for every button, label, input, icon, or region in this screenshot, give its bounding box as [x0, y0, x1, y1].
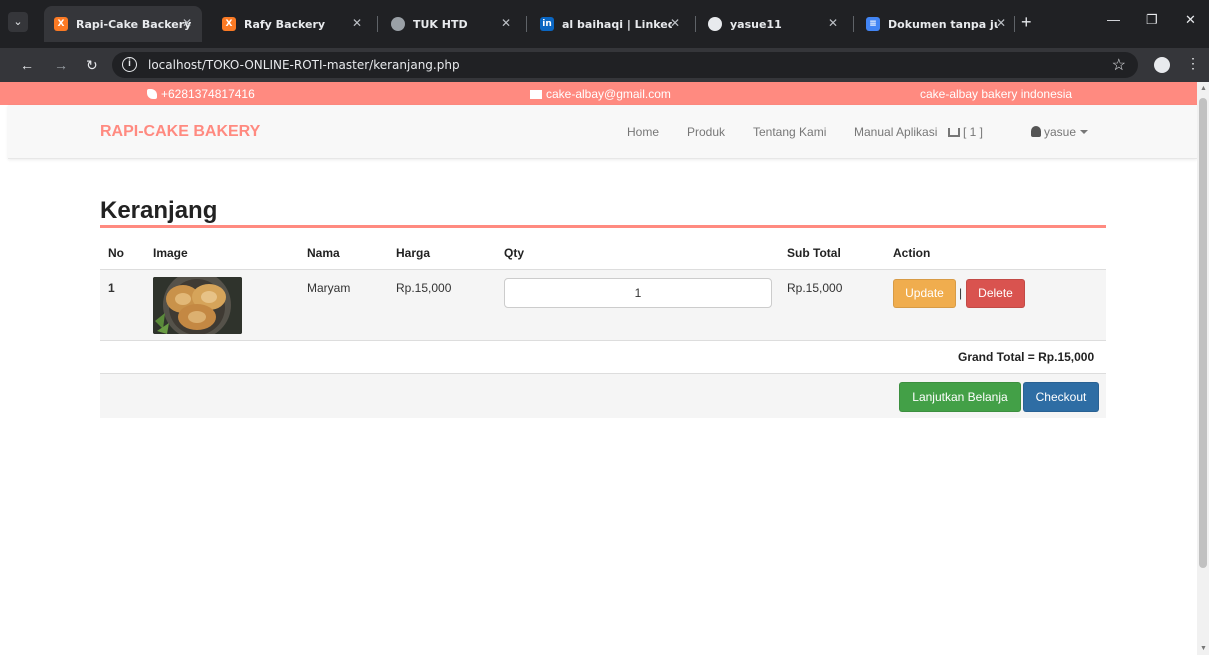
phone-text: +6281374817416 [161, 87, 255, 101]
title-underline [100, 225, 1106, 228]
tab-google-docs[interactable]: ≡ Dokumen tanpa judu ✕ [856, 6, 1016, 42]
tab-separator [1014, 16, 1015, 32]
grand-total: Grand Total = Rp.15,000 [958, 350, 1095, 364]
minimize-icon[interactable]: — [1107, 12, 1120, 27]
user-icon [1031, 126, 1041, 137]
email-text: cake-albay@gmail.com [546, 87, 671, 101]
url-text[interactable]: localhost/TOKO-ONLINE-ROTI-master/keranj… [148, 58, 460, 72]
tab-title: TUK HTD [413, 17, 468, 31]
forward-icon[interactable]: → [54, 56, 68, 74]
close-tab-icon[interactable]: ✕ [996, 16, 1006, 30]
caret-down-icon [1080, 130, 1089, 134]
close-tab-icon[interactable]: ✕ [352, 16, 362, 30]
tagline-text: cake-albay bakery indonesia [920, 87, 1073, 101]
shopping-cart-icon [948, 128, 960, 137]
checkout-button[interactable]: Checkout [1023, 382, 1099, 412]
tab-title: Rafy Backery [244, 17, 326, 31]
contact-phone: +6281374817416 [147, 87, 255, 101]
update-button[interactable]: Update [893, 279, 956, 308]
tab-title: Rapi-Cake Backery [76, 17, 192, 31]
cell-no: 1 [108, 281, 115, 295]
back-icon[interactable]: ← [20, 56, 34, 74]
address-bar[interactable]: i localhost/TOKO-ONLINE-ROTI-master/kera… [112, 52, 1138, 78]
brand-logo[interactable]: RAPI-CAKE BAKERY [100, 123, 260, 141]
page-title: Keranjang [100, 197, 218, 224]
restore-icon[interactable]: ❐ [1146, 12, 1158, 28]
tab-rafy-backery[interactable]: X Rafy Backery ✕ [212, 6, 372, 42]
bookmark-star-icon[interactable]: ☆ [1112, 55, 1126, 75]
contact-bar: +6281374817416 cake-albay@gmail.com cake… [0, 82, 1197, 105]
tab-search-chevron-icon[interactable]: ⌄ [8, 12, 28, 32]
cell-subtotal: Rp.15,000 [787, 281, 843, 295]
username: yasue [1044, 125, 1077, 139]
browser-tab-strip: ⌄ X Rapi-Cake Backery ✕ X Rafy Backery ✕… [0, 0, 1209, 48]
close-tab-icon[interactable]: ✕ [182, 16, 192, 30]
col-header-qty: Qty [504, 246, 525, 260]
xampp-icon: X [54, 17, 68, 31]
nav-home[interactable]: Home [627, 125, 659, 139]
col-header-action: Action [893, 246, 931, 260]
tab-rapi-cake[interactable]: X Rapi-Cake Backery ✕ [44, 6, 202, 42]
tab-github[interactable]: yasue11 ✕ [698, 6, 848, 42]
page-viewport: +6281374817416 cake-albay@gmail.com cake… [0, 82, 1197, 655]
cart-count: [ 1 ] [963, 125, 984, 139]
product-image [153, 277, 242, 334]
nav-tentang-kami[interactable]: Tentang Kami [753, 125, 826, 139]
browser-toolbar: ← → ↻ i localhost/TOKO-ONLINE-ROTI-maste… [0, 48, 1209, 82]
tab-title: yasue11 [730, 17, 782, 31]
nav-manual-aplikasi[interactable]: Manual Aplikasi [854, 125, 937, 139]
site-navbar: RAPI-CAKE BAKERY Home Produk Tentang Kam… [8, 105, 1197, 159]
phone-icon [147, 89, 157, 99]
continue-shopping-button[interactable]: Lanjutkan Belanja [899, 382, 1021, 412]
globe-icon [391, 17, 405, 31]
envelope-icon [530, 89, 542, 99]
browser-menu-icon[interactable]: ⋮ [1186, 55, 1200, 72]
page-scrollbar[interactable]: ▲ ▼ [1197, 82, 1209, 655]
delete-button[interactable]: Delete [966, 279, 1025, 308]
reload-icon[interactable]: ↻ [86, 56, 98, 74]
docs-icon: ≡ [866, 17, 880, 31]
tab-separator [377, 16, 378, 32]
tab-separator [853, 16, 854, 32]
tab-separator [695, 16, 696, 32]
tab-separator [526, 16, 527, 32]
nav-cart[interactable]: [ 1 ] [948, 125, 983, 139]
xampp-icon: X [222, 17, 236, 31]
close-window-icon[interactable]: ✕ [1185, 12, 1196, 28]
col-header-subtotal: Sub Total [787, 246, 841, 260]
scroll-down-arrow-icon[interactable]: ▼ [1200, 645, 1207, 652]
col-header-harga: Harga [396, 246, 431, 260]
cell-harga: Rp.15,000 [396, 281, 452, 295]
tab-title: Dokumen tanpa judu [888, 17, 998, 31]
scrollbar-thumb[interactable] [1199, 98, 1207, 568]
linkedin-icon: in [540, 17, 554, 31]
tab-linkedin[interactable]: in al baihaqi | LinkedIn ✕ [530, 6, 690, 42]
close-tab-icon[interactable]: ✕ [670, 16, 680, 30]
tab-title: al baihaqi | LinkedIn [562, 17, 672, 31]
site-info-icon[interactable]: i [122, 57, 137, 72]
col-header-image: Image [153, 246, 188, 260]
close-tab-icon[interactable]: ✕ [828, 16, 838, 30]
contact-email: cake-albay@gmail.com [530, 87, 671, 101]
profile-avatar-icon[interactable] [1154, 57, 1170, 73]
cell-nama: Maryam [307, 281, 351, 295]
col-header-no: No [108, 246, 124, 260]
scroll-up-arrow-icon[interactable]: ▲ [1200, 85, 1207, 92]
col-header-nama: Nama [307, 246, 340, 260]
github-icon [708, 17, 722, 31]
close-tab-icon[interactable]: ✕ [501, 16, 511, 30]
new-tab-icon[interactable]: + [1021, 12, 1032, 32]
tab-tuk-htd[interactable]: TUK HTD ✕ [381, 6, 521, 42]
qty-input[interactable]: 1 [504, 278, 772, 308]
action-separator: | [959, 286, 963, 300]
nav-produk[interactable]: Produk [687, 125, 725, 139]
contact-tagline: cake-albay bakery indonesia [920, 87, 1072, 101]
nav-user-dropdown[interactable]: yasue [1031, 125, 1089, 139]
